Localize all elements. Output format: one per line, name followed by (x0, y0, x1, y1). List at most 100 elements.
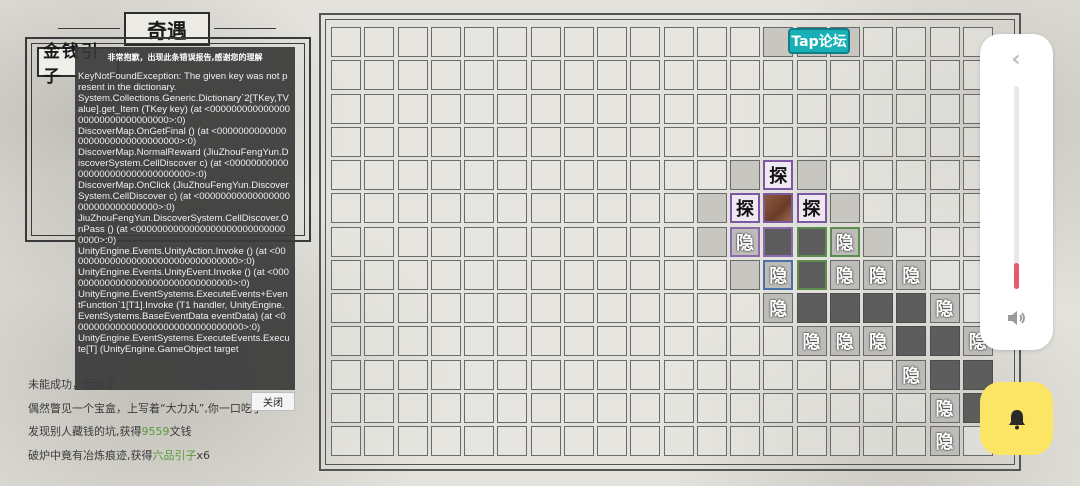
board-cell[interactable] (430, 60, 461, 91)
board-cell[interactable] (663, 160, 694, 190)
board-cell-dark[interactable] (863, 293, 893, 323)
board-cell[interactable] (397, 392, 428, 423)
board-cell[interactable] (696, 93, 727, 124)
board-cell[interactable] (597, 126, 627, 157)
board-cell[interactable] (896, 226, 927, 257)
board-cell[interactable] (630, 193, 661, 224)
board-cell[interactable] (663, 226, 694, 257)
board-cell[interactable] (397, 193, 428, 224)
board-cell[interactable] (663, 60, 694, 91)
board-cell-dark[interactable] (896, 326, 927, 357)
board-cell[interactable] (397, 60, 428, 91)
board-cell[interactable] (796, 426, 827, 456)
board-cell[interactable] (829, 60, 860, 91)
board-cell[interactable] (331, 160, 361, 190)
board-cell-hidden[interactable]: 隐 (896, 359, 927, 390)
board-cell[interactable] (796, 392, 827, 423)
board-cell[interactable] (563, 259, 594, 290)
board-cell[interactable] (364, 359, 395, 390)
notification-button[interactable] (980, 382, 1053, 455)
board-cell[interactable] (863, 27, 893, 57)
board-cell[interactable] (630, 359, 661, 390)
board-cell[interactable] (563, 426, 594, 456)
board-cell[interactable] (730, 359, 760, 390)
board-cell[interactable] (464, 126, 494, 157)
board-cell[interactable] (763, 126, 794, 157)
board-cell[interactable] (364, 293, 395, 323)
board-cell[interactable] (397, 93, 428, 124)
board-cell[interactable] (497, 226, 528, 257)
board-cell[interactable] (530, 392, 561, 423)
board-cell[interactable] (464, 359, 494, 390)
board-cell[interactable] (530, 93, 561, 124)
board-cell-hidden[interactable]: 隐 (796, 326, 827, 357)
board-cell[interactable] (730, 27, 760, 57)
board-cell[interactable] (663, 193, 694, 224)
board-cell[interactable] (829, 392, 860, 423)
board-cell[interactable] (863, 392, 893, 423)
board-cell[interactable] (430, 259, 461, 290)
board-cell[interactable] (464, 226, 494, 257)
board-cell[interactable] (497, 293, 528, 323)
board-cell[interactable] (563, 392, 594, 423)
board-cell-hidden[interactable]: 隐 (863, 326, 893, 357)
board-cell[interactable] (696, 359, 727, 390)
board-cell[interactable] (796, 160, 827, 190)
board-cell[interactable] (364, 226, 395, 257)
board-cell[interactable] (530, 326, 561, 357)
board-cell[interactable] (530, 359, 561, 390)
board-cell[interactable] (630, 326, 661, 357)
board-cell[interactable] (530, 126, 561, 157)
board-cell[interactable] (829, 193, 860, 224)
board-cell[interactable] (397, 226, 428, 257)
board-cell[interactable] (597, 326, 627, 357)
board-cell[interactable] (497, 27, 528, 57)
board-cell[interactable] (663, 392, 694, 423)
board-cell-hidden[interactable]: 隐 (730, 226, 760, 257)
board-cell[interactable] (863, 193, 893, 224)
close-button[interactable]: 关闭 (251, 392, 295, 411)
board-cell[interactable] (863, 126, 893, 157)
board-cell[interactable] (364, 259, 395, 290)
board-cell[interactable] (497, 426, 528, 456)
board-cell[interactable] (730, 426, 760, 456)
board-cell[interactable] (331, 27, 361, 57)
board-cell[interactable] (929, 60, 960, 91)
board-cell[interactable] (464, 326, 494, 357)
board-cell[interactable] (364, 193, 395, 224)
board-cell[interactable] (364, 160, 395, 190)
board-cell[interactable] (331, 359, 361, 390)
board-cell[interactable] (364, 60, 395, 91)
board-cell[interactable] (896, 160, 927, 190)
board-cell-explore[interactable]: 探 (763, 160, 794, 190)
board-cell[interactable] (530, 27, 561, 57)
board-cell[interactable] (829, 126, 860, 157)
board-cell[interactable] (563, 93, 594, 124)
board-cell-hidden[interactable]: 隐 (896, 259, 927, 290)
board-cell[interactable] (929, 226, 960, 257)
board-cell[interactable] (896, 27, 927, 57)
board-cell[interactable] (530, 426, 561, 456)
board-cell[interactable] (497, 126, 528, 157)
board-cell[interactable] (497, 160, 528, 190)
board-cell[interactable] (563, 326, 594, 357)
board-cell[interactable] (730, 259, 760, 290)
board-cell[interactable] (497, 392, 528, 423)
board-cell-hidden[interactable]: 隐 (929, 426, 960, 456)
board-cell[interactable] (563, 27, 594, 57)
board-cell[interactable] (464, 27, 494, 57)
board-cell[interactable] (863, 93, 893, 124)
board-cell[interactable] (730, 392, 760, 423)
board-cell[interactable] (563, 359, 594, 390)
board-cell[interactable] (430, 160, 461, 190)
board-cell[interactable] (364, 326, 395, 357)
board-cell[interactable] (630, 392, 661, 423)
board-cell[interactable] (630, 293, 661, 323)
board-cell[interactable] (763, 359, 794, 390)
board-cell[interactable] (696, 160, 727, 190)
board-cell[interactable] (397, 259, 428, 290)
board-cell[interactable] (763, 392, 794, 423)
board-cell[interactable] (929, 259, 960, 290)
board-cell[interactable] (896, 60, 927, 91)
board-cell[interactable] (497, 259, 528, 290)
